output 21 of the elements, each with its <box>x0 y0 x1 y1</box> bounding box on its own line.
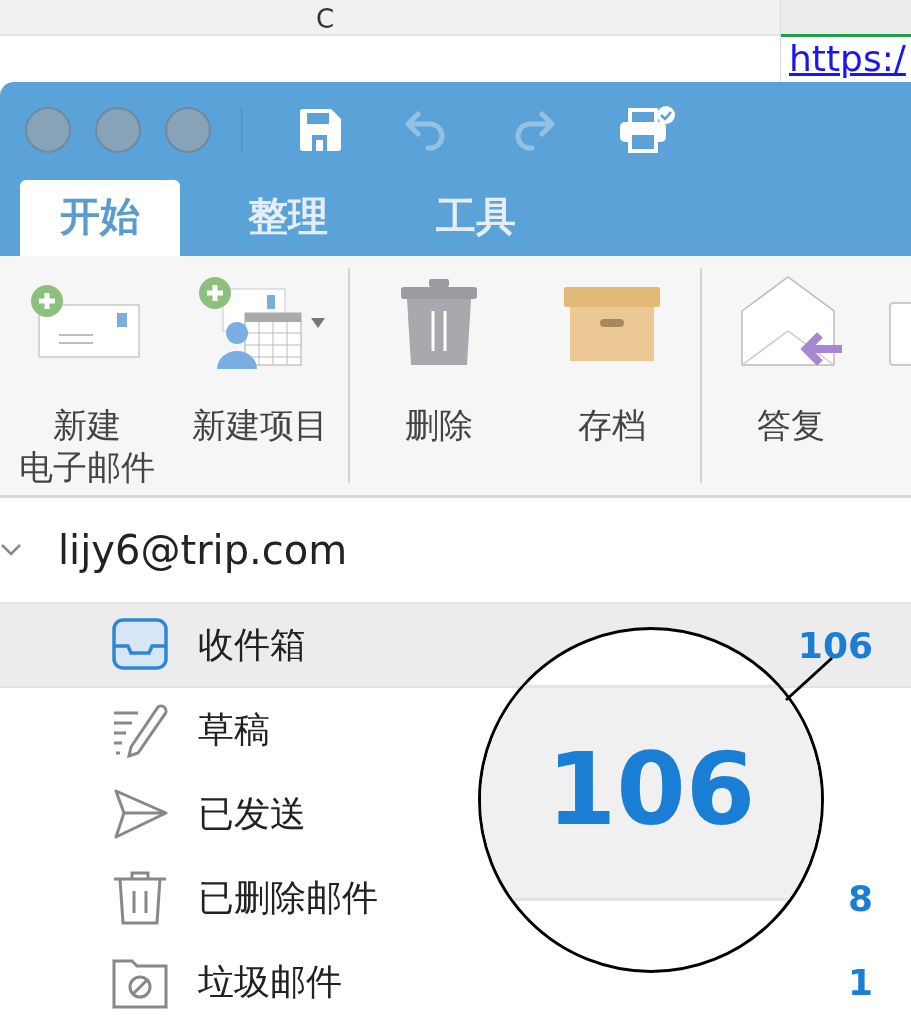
folder-item[interactable]: 垃圾邮件 1 <box>0 940 911 1024</box>
cell-text: C <box>315 4 335 34</box>
window-control-button[interactable] <box>165 107 211 153</box>
window-control-button[interactable] <box>25 107 71 153</box>
magnified-count: 106 <box>546 730 756 848</box>
ribbon-button[interactable]: 新建项目 <box>173 268 346 496</box>
ribbon-button[interactable]: 存档 <box>525 268 698 496</box>
window-control-button[interactable] <box>95 107 141 153</box>
link[interactable]: https:/ <box>781 37 911 81</box>
ribbon-button[interactable]: 新建 电子邮件 <box>0 268 173 496</box>
account-name: lijy6@trip.com <box>58 527 348 574</box>
caret-icon <box>310 318 325 328</box>
ribbon-button[interactable] <box>889 302 911 366</box>
folder-item[interactable]: 已发送 <box>0 772 344 856</box>
printer-icon[interactable] <box>618 105 678 155</box>
folder-item[interactable]: 已删除邮件 8 <box>0 856 911 940</box>
folder-item[interactable]: 草稿 <box>0 688 308 772</box>
chevron-icon[interactable] <box>0 543 22 558</box>
ribbon-button[interactable]: 删除 <box>352 268 525 496</box>
ribbon-button[interactable]: 答复 <box>704 268 877 496</box>
save-icon[interactable] <box>298 108 342 152</box>
